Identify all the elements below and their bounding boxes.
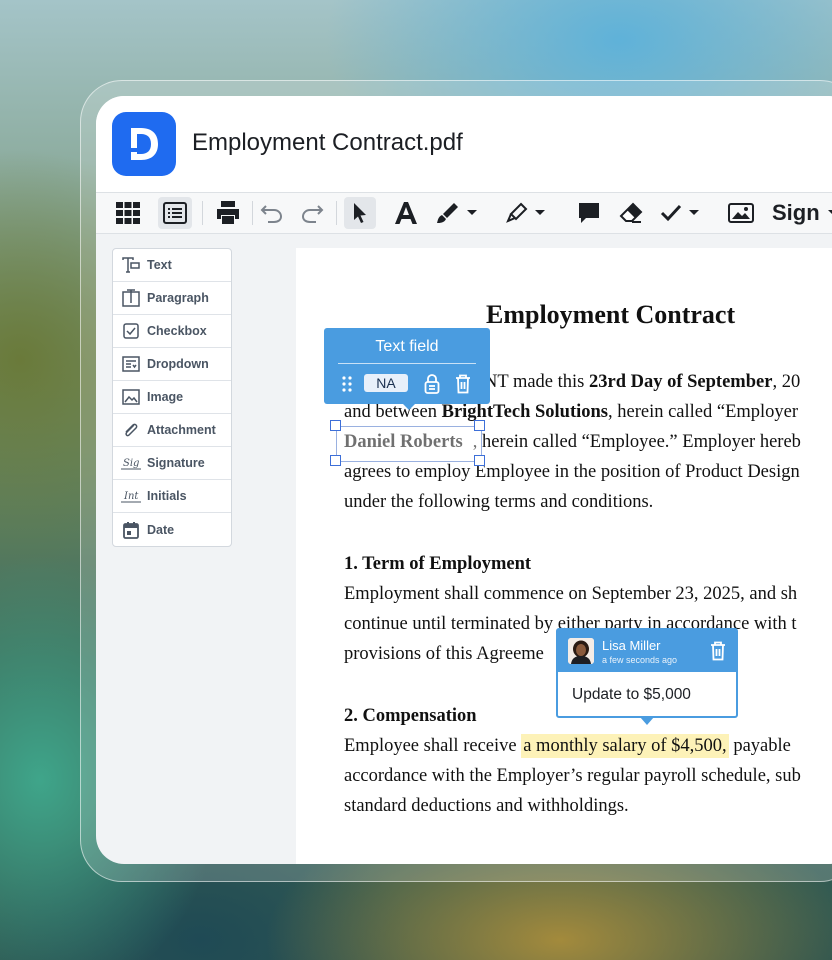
- highlighter-icon[interactable]: [504, 197, 554, 229]
- field-checkbox[interactable]: Checkbox: [113, 315, 231, 348]
- resize-handle[interactable]: [474, 420, 485, 431]
- text-field-popup: Text field NA: [324, 328, 490, 410]
- popup-title: Text field: [375, 338, 439, 355]
- field-date[interactable]: Date: [113, 513, 231, 546]
- field-label: Paragraph: [147, 291, 209, 305]
- comment-time: a few seconds ago: [602, 655, 678, 665]
- lock-icon[interactable]: [424, 374, 440, 399]
- field-label: Initials: [147, 489, 187, 503]
- field-label: Dropdown: [147, 357, 209, 371]
- paragraph-line: agrees to employ Employee in the positio…: [344, 462, 800, 482]
- calendar-icon: [121, 520, 141, 540]
- field-badge[interactable]: NA: [364, 374, 408, 392]
- text-field-selection[interactable]: [336, 426, 482, 462]
- paragraph-line: accordance with the Employer’s regular p…: [344, 766, 801, 786]
- toolbar: Sign: [96, 192, 832, 234]
- svg-text:Sig: Sig: [123, 458, 139, 469]
- undo-icon[interactable]: [258, 197, 286, 229]
- text-field-icon: [121, 255, 141, 275]
- resize-handle[interactable]: [330, 455, 341, 466]
- title-bar: Employment Contract.pdf: [96, 96, 832, 192]
- image-tool-icon[interactable]: [726, 197, 756, 229]
- field-image[interactable]: Image: [113, 381, 231, 414]
- field-dropdown[interactable]: Dropdown: [113, 348, 231, 381]
- eraser-icon[interactable]: [616, 197, 646, 229]
- paragraph-line: standard deductions and withholdings.: [344, 796, 629, 816]
- comment-popup: Lisa Miller a few seconds ago Update to …: [556, 628, 738, 725]
- paperclip-icon: [121, 420, 141, 440]
- grid-view-icon[interactable]: [112, 197, 144, 229]
- app-logo: [112, 112, 176, 176]
- paragraph-line: Employee shall receive a monthly salary …: [344, 734, 791, 758]
- dropdown-icon: [121, 354, 141, 374]
- checkmark-tool-icon[interactable]: [658, 197, 706, 229]
- redo-icon[interactable]: [298, 197, 326, 229]
- draw-tool-icon[interactable]: [434, 197, 484, 229]
- svg-text:Int: Int: [123, 491, 139, 502]
- drag-handle-icon[interactable]: [342, 376, 352, 397]
- field-text[interactable]: Text: [113, 249, 231, 282]
- comment-header: Lisa Miller a few seconds ago: [558, 630, 736, 672]
- form-fields-panel: Text Paragraph Checkbox Dropdown Image A…: [112, 248, 232, 547]
- field-label: Signature: [147, 456, 205, 470]
- text-tool-icon[interactable]: [392, 197, 420, 229]
- field-label: Text: [147, 258, 172, 272]
- section-heading: 2. Compensation: [344, 706, 477, 726]
- select-cursor-icon[interactable]: [344, 197, 376, 229]
- field-attachment[interactable]: Attachment: [113, 414, 231, 447]
- comment-author: Lisa Miller: [602, 638, 661, 653]
- delete-comment-icon[interactable]: [710, 641, 726, 666]
- document-title: Employment Contract.pdf: [192, 129, 463, 156]
- image-icon: [121, 387, 141, 407]
- paragraph-line: under the following terms and conditions…: [344, 492, 654, 512]
- field-paragraph[interactable]: Paragraph: [113, 282, 231, 315]
- field-label: Checkbox: [147, 324, 207, 338]
- field-label: Attachment: [147, 423, 216, 437]
- print-icon[interactable]: [212, 197, 244, 229]
- field-label: Date: [147, 522, 175, 537]
- checkbox-icon: [121, 321, 141, 341]
- highlighted-text[interactable]: a monthly salary of $4,500,: [521, 734, 729, 758]
- initials-icon: Int: [121, 486, 141, 506]
- field-initials[interactable]: Int Initials: [113, 480, 231, 513]
- signature-icon: Sig: [121, 453, 141, 473]
- paragraph-line: provisions of this Agreeme: [344, 644, 544, 664]
- sign-label: Sign: [772, 200, 820, 225]
- paragraph-icon: [121, 288, 141, 308]
- section-heading: 1. Term of Employment: [344, 554, 532, 574]
- paragraph-line: Employment shall commence on September 2…: [344, 584, 798, 604]
- page-heading: Employment Contract: [486, 300, 736, 329]
- avatar: [568, 638, 594, 664]
- app-window: Employment Contract.pdf Sign Text Paragr…: [96, 96, 832, 864]
- delete-icon[interactable]: [455, 374, 471, 399]
- list-view-icon[interactable]: [158, 197, 192, 229]
- resize-handle[interactable]: [474, 455, 485, 466]
- comment-icon[interactable]: [574, 197, 604, 229]
- field-signature[interactable]: Sig Signature: [113, 447, 231, 480]
- resize-handle[interactable]: [330, 420, 341, 431]
- sign-menu[interactable]: Sign: [772, 197, 832, 229]
- field-label: Image: [147, 390, 184, 404]
- comment-text: Update to $5,000: [572, 686, 691, 703]
